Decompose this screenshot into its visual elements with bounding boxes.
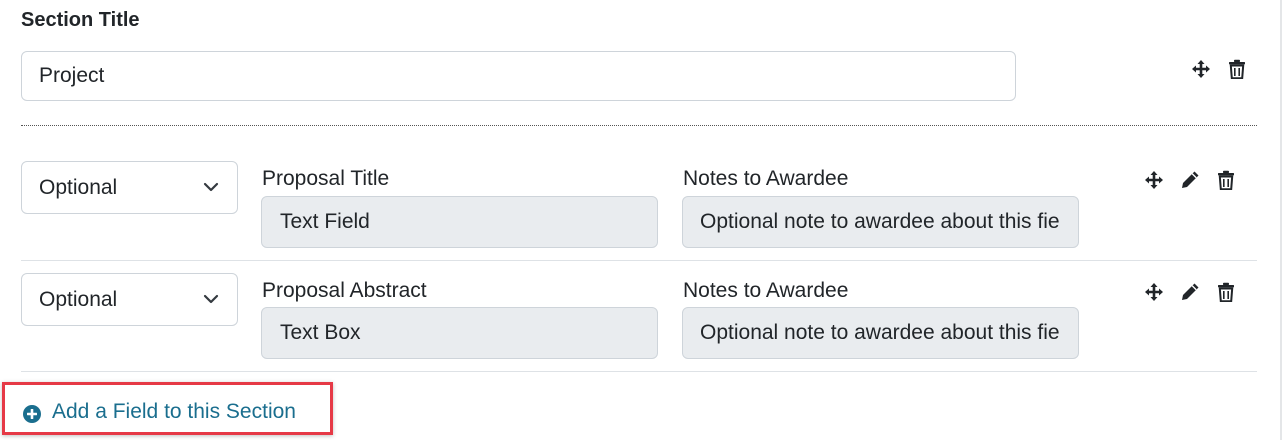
notes-to-awardee-input[interactable] [682,307,1079,359]
field-name-label: Proposal Title [262,167,390,190]
chevron-down-icon [203,294,219,304]
section-title-input[interactable] [21,51,1016,101]
trash-icon[interactable] [1228,59,1246,79]
field-name-label: Proposal Abstract [262,279,427,302]
requirement-select-value: Optional [39,288,118,311]
row-divider [21,260,1257,261]
field-type-display: Text Field [261,196,658,248]
field-type-display: Text Box [261,307,658,359]
notes-label: Notes to Awardee [683,167,849,190]
plus-circle-icon [23,405,41,423]
trash-icon[interactable] [1217,170,1235,190]
requirement-select[interactable]: Optional [21,273,238,326]
move-icon[interactable] [1144,282,1164,302]
requirement-select-value: Optional [39,176,118,199]
panel-right-border [1280,0,1282,440]
move-icon[interactable] [1191,59,1211,79]
add-field-label: Add a Field to this Section [52,400,296,423]
section-divider [21,125,1257,126]
move-icon[interactable] [1144,170,1164,190]
notes-to-awardee-input[interactable] [682,196,1079,248]
pencil-icon[interactable] [1180,282,1200,302]
row-divider [21,371,1257,372]
notes-label: Notes to Awardee [683,279,849,302]
trash-icon[interactable] [1217,282,1235,302]
section-title-label: Section Title [21,9,140,31]
add-field-link[interactable]: Add a Field to this Section [2,382,333,435]
requirement-select[interactable]: Optional [21,161,238,214]
pencil-icon[interactable] [1180,170,1200,190]
chevron-down-icon [203,182,219,192]
